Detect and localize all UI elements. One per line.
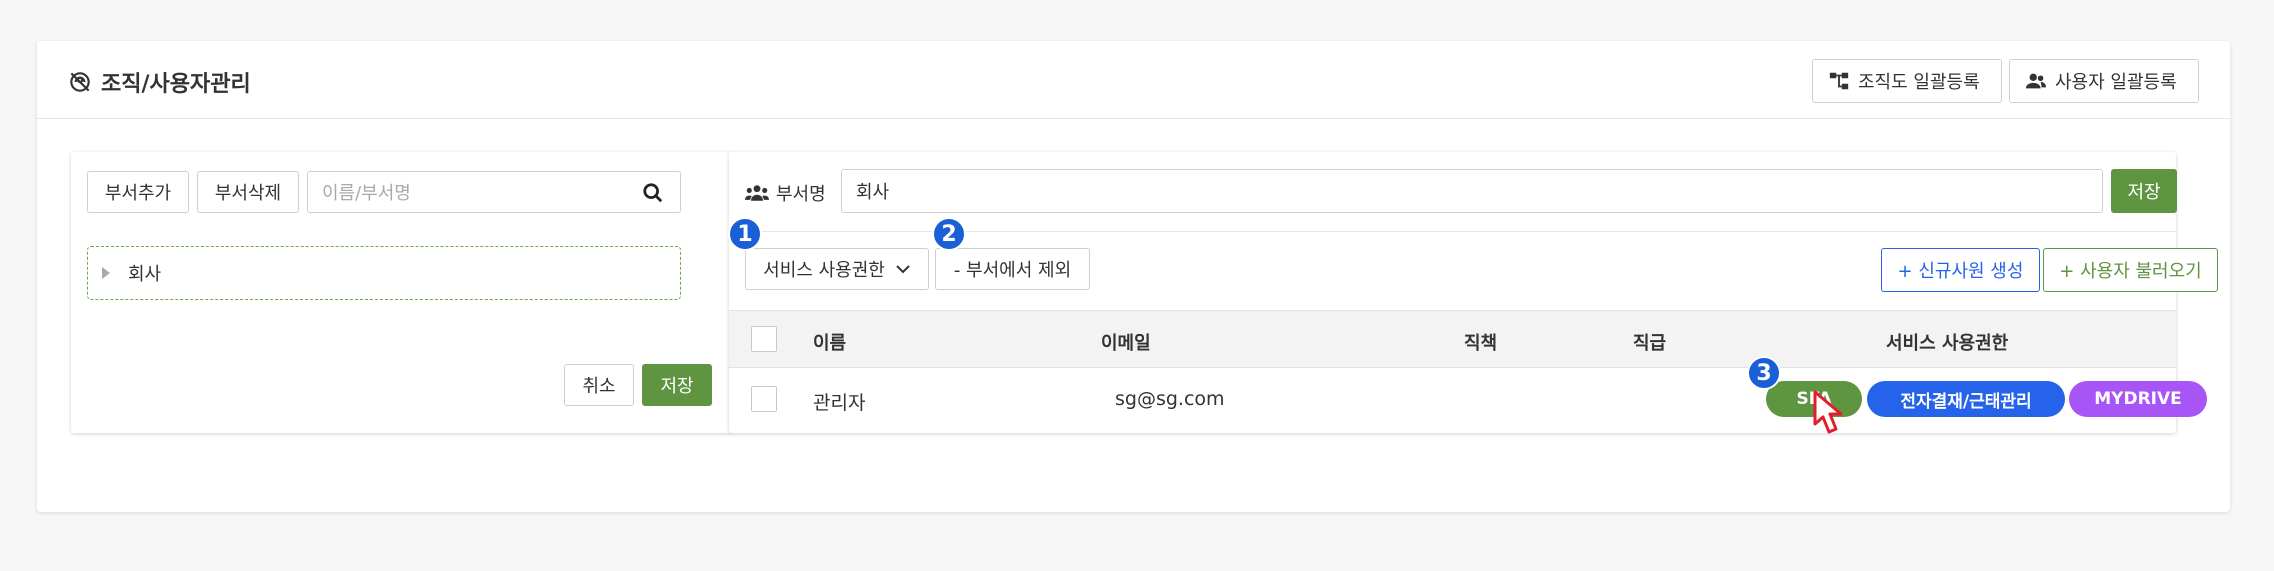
cancel-label: 취소 <box>582 376 616 397</box>
card-header: 조직/사용자관리 조직도 일괄등록 사용자 일괄등록 <box>37 41 2230 119</box>
expand-caret-icon[interactable] <box>102 267 110 279</box>
import-user-button[interactable]: + 사용자 불러오기 <box>2043 248 2218 292</box>
step-marker-1: 1 <box>728 217 762 251</box>
user-bulk-register-button[interactable]: 사용자 일괄등록 <box>2009 59 2199 103</box>
service-badge-approval-label: 전자결재/근태관리 <box>1900 391 2032 412</box>
step-marker-3: 3 <box>1747 356 1781 390</box>
col-position[interactable]: 직책 <box>1464 329 1497 355</box>
import-user-label: + 사용자 불러오기 <box>2059 261 2202 282</box>
row-email: sg@sg.com <box>1115 388 1225 410</box>
page-title-text: 조직/사용자관리 <box>101 72 251 97</box>
user-bulk-register-label: 사용자 일괄등록 <box>2055 72 2177 93</box>
left-save-button[interactable]: 저장 <box>642 364 712 406</box>
department-detail-panel: 부서명 회사 저장 서비스 사용권한 - 부서에서 제외 1 2 + 신규사원 … <box>728 152 2218 434</box>
tree-node-company[interactable]: 회사 <box>87 246 681 300</box>
row-checkbox[interactable] <box>751 386 777 412</box>
delete-department-button[interactable]: 부서삭제 <box>197 171 299 213</box>
search-icon[interactable] <box>642 182 664 204</box>
department-name-value: 회사 <box>856 182 890 203</box>
search-placeholder: 이름/부서명 <box>322 183 411 204</box>
department-tree-panel: 부서추가 부서삭제 이름/부서명 회사 취소 저장 <box>71 152 733 433</box>
tree-node-label: 회사 <box>128 264 162 285</box>
org-management-icon <box>70 72 90 92</box>
col-rank[interactable]: 직급 <box>1633 329 1666 355</box>
col-service-permission[interactable]: 서비스 사용권한 <box>1886 329 2008 355</box>
remove-from-department-label: - 부서에서 제외 <box>953 260 1072 281</box>
service-permission-dropdown-label: 서비스 사용권한 <box>763 260 885 281</box>
select-all-checkbox[interactable] <box>751 326 777 352</box>
service-permission-dropdown[interactable]: 서비스 사용권한 <box>745 248 929 290</box>
department-name-input[interactable]: 회사 <box>841 169 2103 213</box>
step-marker-2: 2 <box>932 217 966 251</box>
add-department-label: 부서추가 <box>104 183 172 204</box>
right-save-button[interactable]: 저장 <box>2111 169 2177 213</box>
new-employee-button[interactable]: + 신규사원 생성 <box>1881 248 2040 292</box>
users-icon <box>2025 73 2047 89</box>
right-save-label: 저장 <box>2127 182 2161 203</box>
step-marker-2-text: 2 <box>941 221 957 247</box>
remove-from-department-button[interactable]: - 부서에서 제외 <box>935 248 1090 290</box>
sitemap-icon <box>1829 72 1849 90</box>
department-name-label-group: 부서명 <box>745 180 826 206</box>
service-badge-mydrive-label: MYDRIVE <box>2094 389 2182 409</box>
left-save-label: 저장 <box>660 376 694 397</box>
service-badge-mydrive[interactable]: MYDRIVE <box>2069 381 2207 417</box>
search-input[interactable]: 이름/부서명 <box>307 171 681 213</box>
step-marker-3-text: 3 <box>1756 360 1772 386</box>
org-chart-bulk-register-button[interactable]: 조직도 일괄등록 <box>1812 59 2002 103</box>
department-name-label: 부서명 <box>776 184 826 205</box>
org-chart-bulk-register-label: 조직도 일괄등록 <box>1858 72 1980 93</box>
row-name: 관리자 <box>813 392 866 414</box>
step-marker-1-text: 1 <box>737 221 753 247</box>
org-user-management-card: 조직/사용자관리 조직도 일괄등록 사용자 일괄등록 부서추가 부서삭제 이름/… <box>37 41 2230 512</box>
cursor-pointer-icon <box>1813 390 1843 434</box>
col-email[interactable]: 이메일 <box>1101 329 1151 355</box>
table-header: 이름 이메일 직책 직급 서비스 사용권한 <box>729 310 2176 368</box>
new-employee-label: + 신규사원 생성 <box>1897 261 2024 282</box>
table-row[interactable]: 관리자 sg@sg.com SFA 전자결재/근태관리 MYDRIVE <box>729 368 2207 434</box>
delete-department-label: 부서삭제 <box>214 183 282 204</box>
chevron-down-icon <box>896 265 910 274</box>
col-name[interactable]: 이름 <box>813 329 846 355</box>
service-badge-approval[interactable]: 전자결재/근태관리 <box>1867 381 2065 417</box>
page-title: 조직/사용자관리 <box>67 66 251 98</box>
add-department-button[interactable]: 부서추가 <box>87 171 189 213</box>
group-icon <box>745 185 769 201</box>
cancel-button[interactable]: 취소 <box>564 364 634 406</box>
